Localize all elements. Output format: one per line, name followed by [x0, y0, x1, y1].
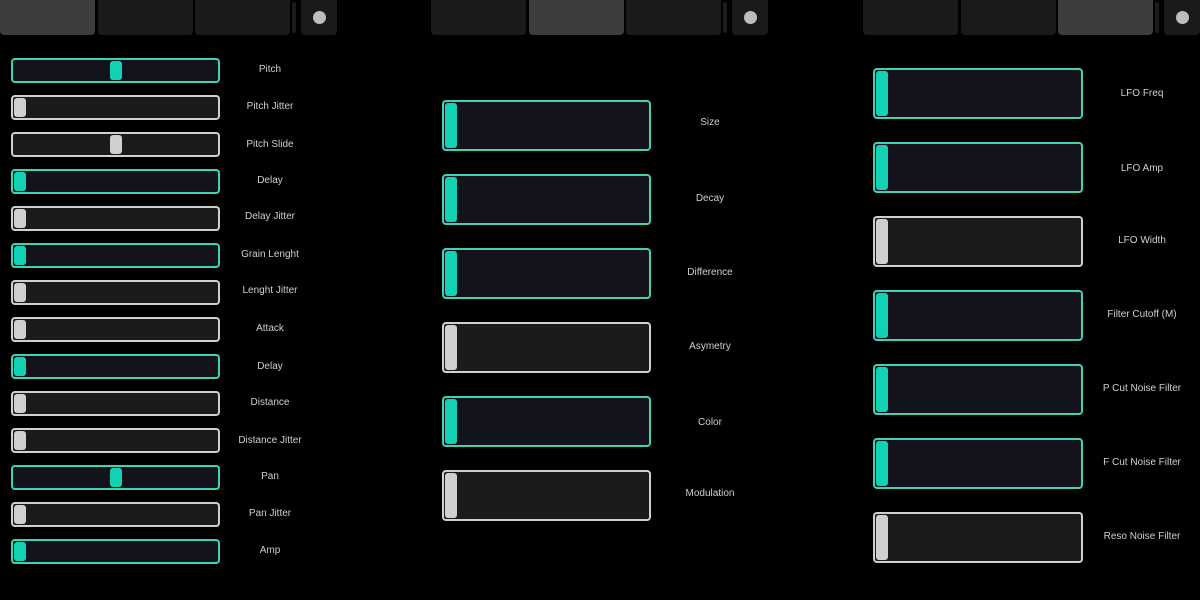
slider-delay[interactable] [11, 169, 220, 194]
slider-lfo-freq[interactable] [873, 68, 1083, 119]
tab-2-3[interactable] [626, 0, 721, 35]
tab-2-1[interactable] [431, 0, 526, 35]
slider-label: Size [700, 117, 720, 128]
slider-distance-jitter[interactable] [11, 428, 220, 453]
slider-amp[interactable] [11, 539, 220, 564]
slider-label: Decay [695, 193, 725, 204]
tab-1-3[interactable] [195, 0, 290, 35]
slider-handle[interactable] [109, 468, 122, 487]
slider-handle[interactable] [876, 367, 888, 412]
slider-label: Lenght Jitter [242, 285, 298, 296]
slider-label: Reso Noise Filter [1103, 531, 1181, 542]
slider-label: Pan [261, 471, 279, 482]
slider-handle[interactable] [14, 394, 26, 413]
slider-label: Delay Jitter [244, 211, 295, 222]
slider-handle[interactable] [109, 61, 122, 80]
slider-delay[interactable] [11, 354, 220, 379]
slider-distance[interactable] [11, 391, 220, 416]
slider-handle[interactable] [14, 542, 26, 561]
tab-1-2[interactable] [97, 0, 193, 35]
slider-pitch[interactable] [11, 58, 220, 83]
slider-lenght-jitter[interactable] [11, 280, 220, 305]
slider-size[interactable] [442, 100, 651, 151]
slider-label: P Cut Noise Filter [1102, 383, 1182, 394]
slider-attack[interactable] [11, 317, 220, 342]
slider-handle[interactable] [445, 103, 457, 148]
slider-label: Amp [259, 545, 281, 556]
slider-reso-noise-filter[interactable] [873, 512, 1083, 563]
slider-asymetry[interactable] [442, 322, 651, 373]
slider-pan-jitter[interactable] [11, 502, 220, 527]
slider-label: F Cut Noise Filter [1103, 457, 1181, 468]
record-button[interactable] [732, 0, 768, 35]
slider-lfo-amp[interactable] [873, 142, 1083, 193]
slider-label: LFO Amp [1120, 163, 1164, 174]
slider-handle[interactable] [876, 441, 888, 486]
slider-decay[interactable] [442, 174, 651, 225]
slider-handle[interactable] [14, 172, 26, 191]
slider-pitch-slide[interactable] [11, 132, 220, 157]
slider-p-cut-noise-filter[interactable] [873, 364, 1083, 415]
slider-handle[interactable] [445, 177, 457, 222]
tab-3-2[interactable] [960, 0, 1056, 35]
slider-handle[interactable] [445, 251, 457, 296]
slider-label: LFO Freq [1120, 88, 1164, 99]
slider-grain-lenght[interactable] [11, 243, 220, 268]
slider-label: Asymetry [689, 341, 731, 352]
slider-label: Distance [250, 397, 290, 408]
tab-3-1[interactable] [863, 0, 958, 35]
tab-divider [723, 2, 727, 33]
circle-icon [744, 11, 757, 24]
slider-handle[interactable] [14, 320, 26, 339]
slider-label: Modulation [685, 488, 735, 499]
slider-handle[interactable] [876, 515, 888, 560]
slider-pitch-jitter[interactable] [11, 95, 220, 120]
slider-label: Delay [257, 175, 283, 186]
circle-icon [313, 11, 326, 24]
tab-divider [1155, 2, 1159, 33]
slider-handle[interactable] [14, 98, 26, 117]
slider-modulation[interactable] [442, 470, 651, 521]
slider-handle[interactable] [14, 505, 26, 524]
slider-label: Filter Cutoff (M) [1107, 309, 1177, 320]
slider-label: Color [698, 417, 722, 428]
slider-difference[interactable] [442, 248, 651, 299]
slider-handle[interactable] [14, 283, 26, 302]
slider-handle[interactable] [14, 357, 26, 376]
slider-delay-jitter[interactable] [11, 206, 220, 231]
slider-handle[interactable] [109, 135, 122, 154]
slider-label: Attack [256, 323, 284, 334]
slider-color[interactable] [442, 396, 651, 447]
slider-handle[interactable] [14, 431, 26, 450]
slider-pan[interactable] [11, 465, 220, 490]
slider-handle[interactable] [445, 399, 457, 444]
tab-2-2[interactable] [528, 0, 624, 35]
slider-label: Grain Lenght [241, 249, 299, 260]
slider-label: LFO Width [1118, 235, 1166, 246]
slider-label: Difference [687, 267, 733, 278]
slider-label: Delay [257, 361, 283, 372]
tab-1-1[interactable] [0, 0, 95, 35]
slider-label: Pitch Slide [246, 139, 294, 150]
slider-handle[interactable] [876, 145, 888, 190]
slider-label: Pitch [258, 64, 282, 75]
slider-lfo-width[interactable] [873, 216, 1083, 267]
slider-handle[interactable] [445, 325, 457, 370]
slider-handle[interactable] [14, 246, 26, 265]
slider-label: Pitch Jitter [246, 101, 294, 112]
slider-handle[interactable] [14, 209, 26, 228]
slider-handle[interactable] [876, 219, 888, 264]
slider-label: Pan Jitter [248, 508, 292, 519]
slider-handle[interactable] [876, 71, 888, 116]
slider-filter-cutoff-m[interactable] [873, 290, 1083, 341]
tab-3-3[interactable] [1058, 0, 1153, 35]
slider-handle[interactable] [445, 473, 457, 518]
tab-divider [292, 2, 296, 33]
record-button[interactable] [1164, 0, 1200, 35]
slider-f-cut-noise-filter[interactable] [873, 438, 1083, 489]
circle-icon [1176, 11, 1189, 24]
slider-handle[interactable] [876, 293, 888, 338]
record-button[interactable] [301, 0, 337, 35]
slider-label: Distance Jitter [238, 435, 302, 446]
